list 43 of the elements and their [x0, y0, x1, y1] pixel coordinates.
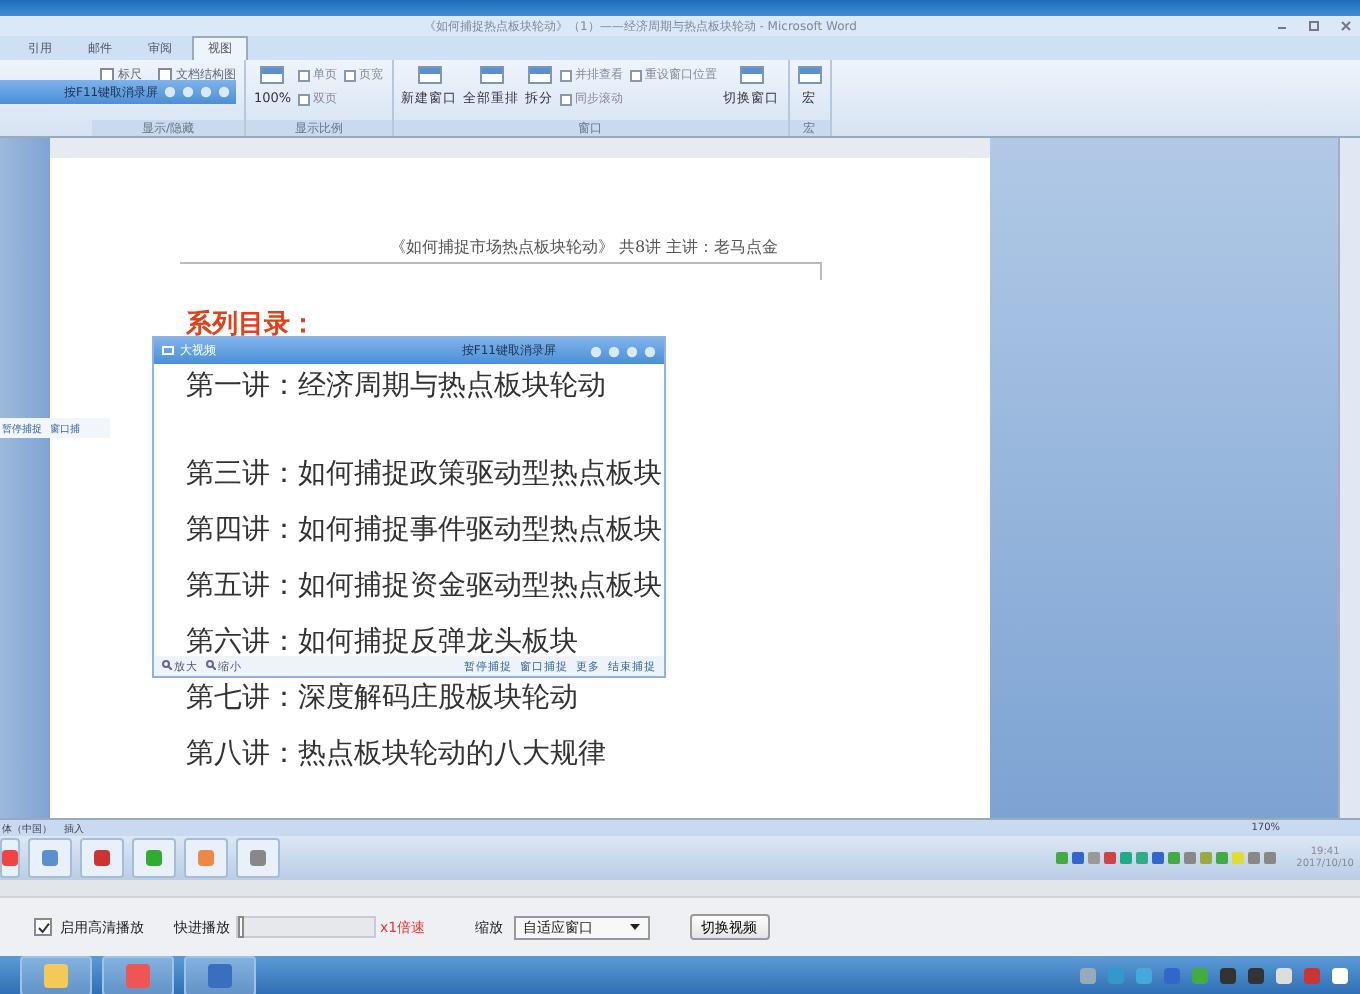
window-icon [417, 66, 442, 84]
maximize-icon[interactable] [1308, 20, 1320, 32]
taskbar-button[interactable] [80, 838, 124, 878]
window-icon [797, 66, 822, 84]
app-icon [196, 848, 216, 868]
app-icon [126, 963, 150, 987]
taskbar-button[interactable] [102, 955, 174, 994]
check-icon [37, 921, 49, 933]
toc-line: 第五讲：如何捕捉资金驱动型热点板块 [186, 570, 662, 602]
taskbar-button[interactable] [28, 838, 72, 878]
toc-heading: 系列目录： [186, 308, 318, 342]
toc-line: 第七讲：深度解码庄股板块轮动 [186, 682, 578, 714]
window-icon [527, 66, 552, 84]
taskbar-button[interactable] [0, 838, 20, 878]
window-icon [260, 66, 285, 84]
page-icon [343, 69, 356, 81]
taskbar-button[interactable] [132, 838, 176, 878]
slider-thumb[interactable] [238, 916, 244, 938]
app-icon [248, 848, 268, 868]
taskbar-button[interactable] [184, 838, 228, 878]
app-icon [44, 963, 68, 987]
page-header: 《如何捕捉市场热点板块轮动》 共8讲 主讲：老马点金 [390, 236, 781, 258]
speed-slider[interactable] [236, 916, 376, 938]
caret-icon [629, 924, 640, 930]
toc-line: 第一讲：经济周期与热点板块轮动 [186, 370, 606, 402]
toc-line: 第八讲：热点板块轮动的八大规律 [186, 738, 606, 770]
page-icon [629, 69, 642, 81]
app-icon [92, 848, 112, 868]
taskbar-button[interactable] [20, 955, 92, 994]
window-icon [479, 66, 504, 84]
scrollbar[interactable] [1338, 138, 1360, 818]
toc-line: 第六讲：如何捕捉反弹龙头板块 [186, 626, 578, 658]
hd-checkbox[interactable] [34, 918, 52, 936]
taskbar-button[interactable] [184, 955, 256, 994]
app-icon [208, 963, 232, 987]
taskbar-button[interactable] [236, 838, 280, 878]
magnifier-icon [206, 659, 216, 669]
chat-icon [162, 346, 174, 356]
toc-line: 第四讲：如何捕捉事件驱动型热点板块 [186, 514, 662, 546]
window-icon [739, 66, 764, 84]
toc-line: 第三讲：如何捕捉政策驱动型热点板块 [186, 458, 662, 490]
app-icon [144, 848, 164, 868]
magnifier-icon [162, 659, 172, 669]
